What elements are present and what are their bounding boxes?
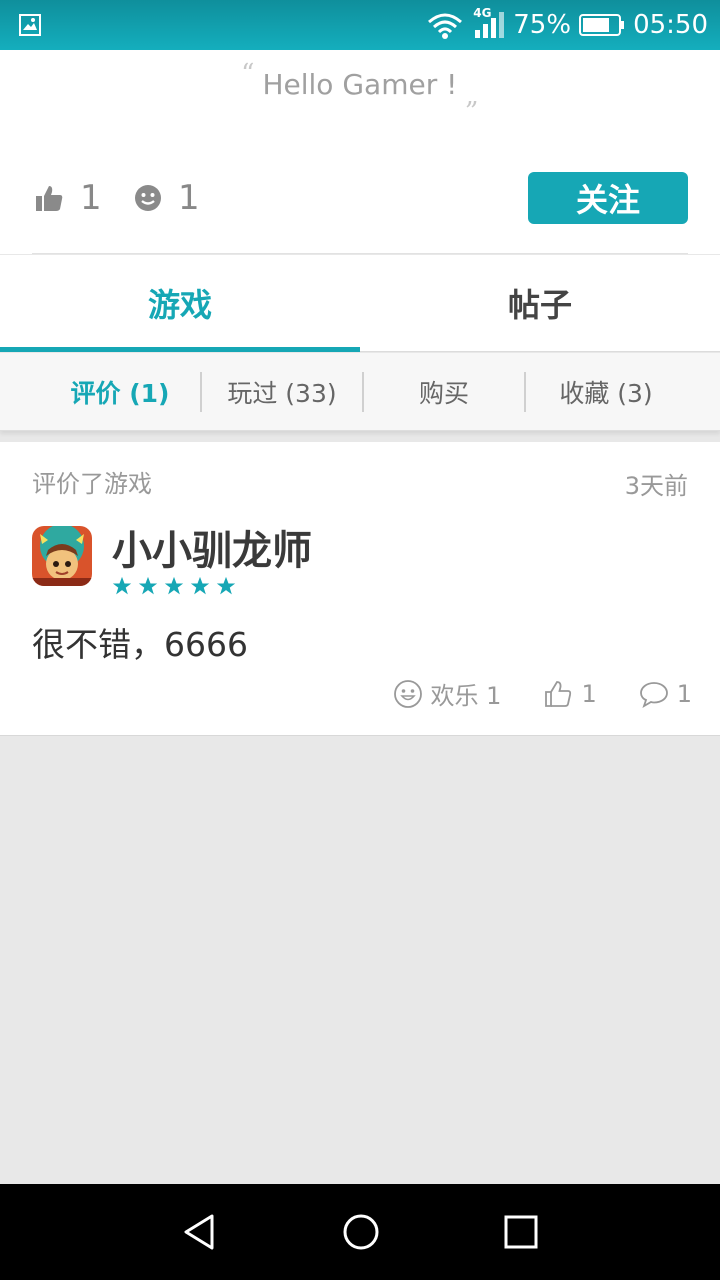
fun-stat[interactable]: 1	[134, 178, 200, 218]
follow-button[interactable]: 关注	[528, 172, 688, 224]
fun-button[interactable]: 欢乐 1	[393, 676, 502, 711]
recents-button[interactable]	[501, 1212, 541, 1252]
comment-button[interactable]: 1	[639, 680, 692, 708]
main-tabs: 游戏 帖子	[0, 255, 720, 352]
battery-icon	[579, 13, 625, 37]
rating-stars	[112, 576, 236, 596]
subtab-played[interactable]: 玩过 (33)	[202, 374, 362, 410]
star-icon	[216, 576, 236, 595]
open-quote-icon: “	[241, 59, 255, 89]
battery-percent: 75%	[513, 10, 572, 40]
home-button[interactable]	[341, 1212, 381, 1252]
divider	[32, 253, 688, 254]
subtab-reviews[interactable]: 评价 (1)	[40, 374, 200, 410]
status-bar: 4G 75% 05:50	[0, 0, 720, 50]
subtab-favorites[interactable]: 收藏 (3)	[526, 374, 686, 410]
signal-icon: 4G	[473, 6, 505, 40]
star-icon	[164, 576, 184, 595]
star-icon	[138, 576, 158, 595]
review-card[interactable]: 评价了游戏 3天前 小小驯龙师 很不错，6666 欢乐 1 1 1	[0, 442, 720, 736]
likes-stat[interactable]: 1	[34, 178, 102, 218]
fun-label: 欢乐 1	[430, 682, 502, 710]
gallery-notification-icon	[18, 13, 42, 37]
home-circle-icon	[343, 1214, 379, 1250]
review-text: 很不错，6666	[32, 625, 248, 664]
like-button[interactable]: 1	[543, 679, 597, 709]
wifi-icon	[425, 10, 465, 40]
game-icon[interactable]	[32, 526, 92, 586]
profile-header: “Hello Gamer ! „ 1 1 关注	[0, 50, 720, 254]
comment-count: 1	[676, 679, 692, 708]
clock: 05:50	[633, 10, 708, 40]
star-icon	[190, 576, 210, 595]
motto-text: Hello Gamer !	[262, 68, 458, 101]
like-count: 1	[581, 679, 597, 708]
likes-count: 1	[80, 178, 102, 218]
smiley-outline-icon	[393, 679, 422, 708]
thumbs-up-icon	[36, 186, 63, 211]
comment-bubble-icon	[639, 681, 668, 708]
tab-games[interactable]: 游戏	[0, 255, 360, 352]
user-motto: “Hello Gamer ! „	[0, 59, 720, 111]
tab-posts[interactable]: 帖子	[360, 255, 720, 351]
review-actions: 欢乐 1 1 1	[393, 676, 692, 711]
sub-tabs: 评价 (1) 玩过 (33) 购买 收藏 (3)	[0, 353, 720, 431]
back-button[interactable]	[180, 1212, 220, 1252]
system-nav-bar	[0, 1184, 720, 1280]
back-triangle-icon	[184, 1214, 214, 1250]
subtab-purchased[interactable]: 购买	[364, 374, 524, 410]
smiley-icon	[135, 185, 161, 211]
thumbs-up-outline-icon	[545, 680, 572, 707]
star-icon	[112, 576, 132, 595]
fun-count: 1	[178, 178, 200, 218]
review-timestamp: 3天前	[624, 472, 688, 500]
recents-square-icon	[504, 1215, 538, 1249]
game-title[interactable]: 小小驯龙师	[112, 518, 312, 576]
review-action-label: 评价了游戏	[32, 470, 152, 498]
network-type: 4G	[473, 6, 492, 20]
close-quote-icon: „	[465, 81, 479, 111]
